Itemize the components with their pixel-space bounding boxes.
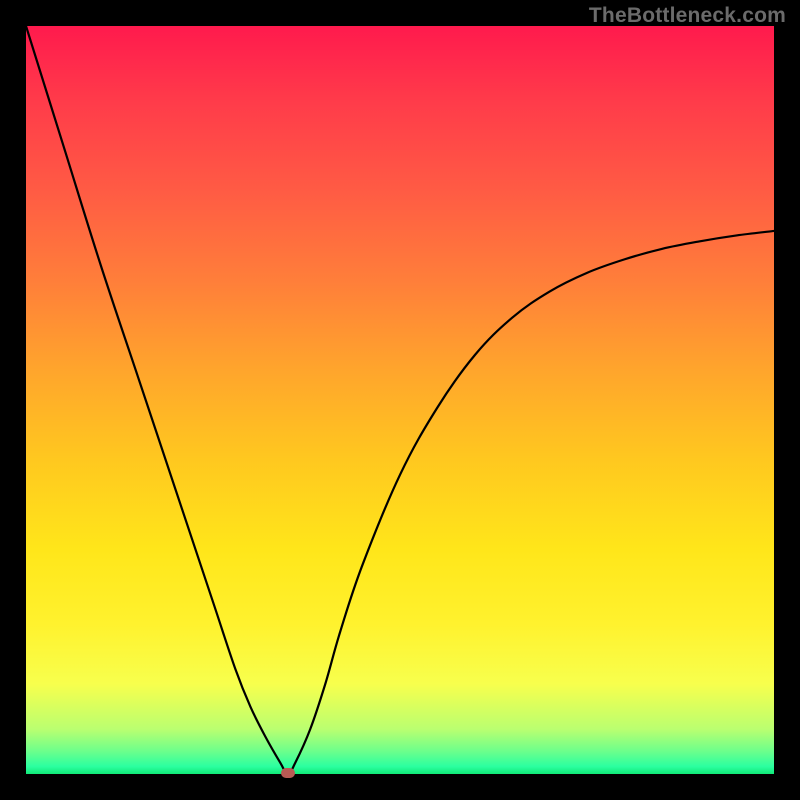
chart-container: TheBottleneck.com (0, 0, 800, 800)
bottleneck-curve (26, 26, 774, 774)
plot-area (26, 26, 774, 774)
watermark-text: TheBottleneck.com (589, 4, 786, 28)
min-marker (281, 768, 295, 778)
curve-svg (26, 26, 774, 774)
